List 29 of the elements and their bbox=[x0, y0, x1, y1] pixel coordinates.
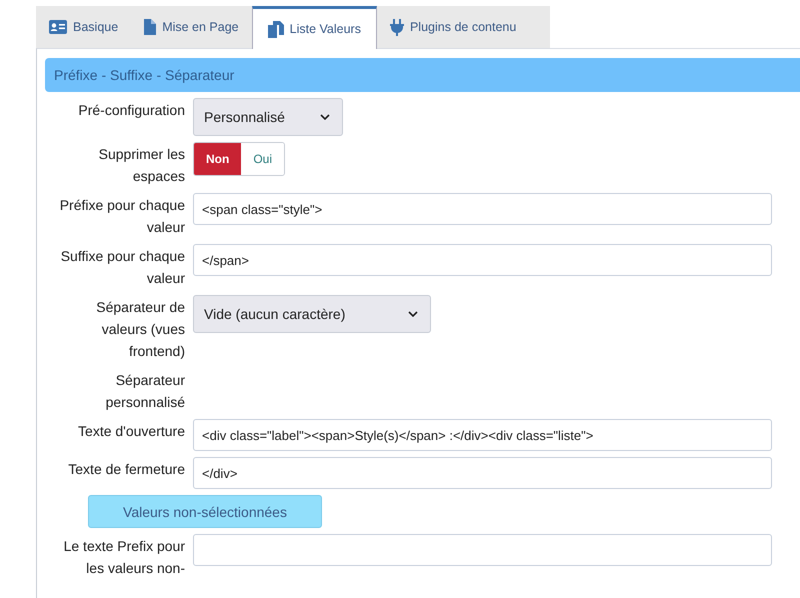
input-field[interactable]: <div class="label"><span>Style(s)</span> :</div><div class="liste"> bbox=[193, 419, 772, 451]
field-label: Séparateur personnalisé bbox=[104, 371, 185, 412]
section-button[interactable]: Valeurs non-sélectionnées bbox=[88, 495, 322, 528]
field-label: Séparateur de valeurs (vues frontend) bbox=[95, 298, 185, 361]
tab[interactable]: Mise en Page bbox=[131, 6, 252, 48]
field-label: Supprimer les espaces bbox=[98, 145, 185, 186]
input-field[interactable]: </div> bbox=[193, 457, 772, 489]
field-label: Préfixe pour chaque valeur bbox=[58, 196, 185, 237]
file-icon bbox=[144, 19, 156, 35]
chevron-icon bbox=[320, 114, 330, 120]
field-label: Pré-configuration bbox=[77, 101, 185, 120]
tab[interactable]: Liste Valeurs bbox=[252, 6, 377, 49]
tab[interactable]: Basique bbox=[36, 6, 132, 48]
toggle-option[interactable]: Non bbox=[194, 143, 242, 175]
plug-icon bbox=[390, 18, 404, 36]
input-field[interactable]: </span> bbox=[193, 244, 772, 276]
copy-icon bbox=[268, 20, 284, 38]
id-card-icon bbox=[49, 20, 67, 34]
select-field[interactable]: Personnalisé bbox=[193, 98, 343, 136]
field-label: Texte d'ouverture bbox=[77, 422, 185, 441]
chevron-icon bbox=[408, 311, 418, 317]
field-label: Suffixe pour chaque valeur bbox=[60, 247, 185, 288]
field-label: Texte de fermeture bbox=[67, 460, 185, 479]
field-label: Le texte Prefix pour les valeurs non- bbox=[62, 537, 185, 578]
input-field[interactable] bbox=[193, 534, 772, 566]
section-header: Préfixe - Suffixe - Séparateur bbox=[45, 58, 800, 92]
input-field[interactable]: <span class="style"> bbox=[193, 193, 772, 225]
select-field[interactable]: Vide (aucun caractère) bbox=[193, 295, 431, 333]
tab[interactable]: Plugins de contenu bbox=[376, 6, 530, 48]
